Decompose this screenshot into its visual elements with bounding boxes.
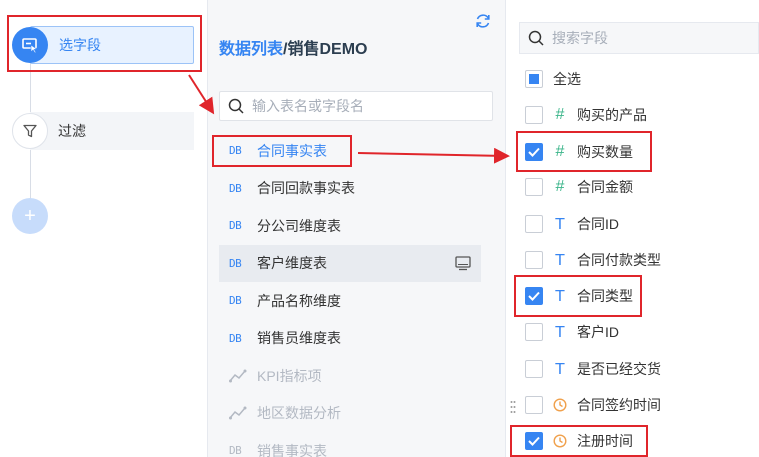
drag-handle-icon[interactable]	[510, 400, 516, 414]
step-filter[interactable]: 过滤	[12, 112, 194, 150]
table-item[interactable]: DB 合同回款事实表	[219, 170, 481, 208]
checkbox-checked[interactable]	[525, 432, 543, 450]
field-row[interactable]: T 客户ID	[525, 320, 619, 344]
page-title: 数据列表/销售DEMO	[219, 35, 367, 59]
table-item[interactable]: DB 客户维度表	[219, 244, 481, 282]
table-item-label: 地区数据分析	[257, 405, 341, 422]
table-item-label: 销售员维度表	[257, 330, 341, 347]
filter-icon	[12, 113, 48, 149]
table-search-input[interactable]: 输入表名或字段名	[219, 91, 493, 121]
field-row[interactable]: T 合同类型	[525, 284, 633, 308]
clock-icon	[553, 398, 567, 412]
field-search-placeholder: 搜索字段	[552, 30, 608, 46]
database-icon: DB	[229, 144, 242, 158]
table-item[interactable]: 地区数据分析	[219, 395, 481, 433]
checkbox[interactable]	[525, 178, 543, 196]
table-item-label: 客户维度表	[257, 255, 327, 272]
number-field-icon: #	[555, 178, 565, 195]
text-field-icon: T	[555, 251, 565, 269]
field-label: 合同ID	[577, 216, 619, 232]
search-icon	[228, 98, 244, 114]
clock-icon	[553, 434, 567, 448]
step-select-fields-label: 选字段	[30, 26, 194, 64]
title-data-list[interactable]: 数据列表	[219, 41, 283, 58]
check-icon	[528, 291, 540, 301]
checkbox-partial[interactable]	[525, 70, 543, 88]
database-icon: DB	[229, 331, 242, 345]
text-field-icon: T	[555, 360, 565, 378]
checkbox[interactable]	[525, 323, 543, 341]
table-item[interactable]: DB 合同事实表	[219, 132, 481, 170]
field-row[interactable]: T 合同ID	[525, 212, 619, 236]
search-icon	[528, 30, 544, 46]
title-package: /销售DEMO	[283, 41, 368, 58]
table-item[interactable]: DB 销售员维度表	[219, 320, 481, 358]
steps-panel: 选字段 过滤 +	[0, 0, 208, 457]
field-label: 是否已经交货	[577, 361, 661, 377]
checkbox[interactable]	[525, 360, 543, 378]
database-icon: DB	[229, 294, 242, 308]
check-icon	[528, 147, 540, 157]
table-item-label: KPI指标项	[257, 367, 322, 384]
field-row[interactable]: # 购买的产品	[525, 103, 647, 127]
checkbox[interactable]	[525, 215, 543, 233]
add-step-button[interactable]: +	[12, 198, 48, 234]
field-row[interactable]: # 购买数量	[525, 140, 633, 164]
checkbox[interactable]	[525, 396, 543, 414]
monitor-icon[interactable]	[455, 255, 471, 271]
table-item-label: 合同事实表	[257, 142, 327, 159]
check-icon	[528, 436, 540, 446]
field-label: 合同类型	[577, 288, 633, 304]
checkbox[interactable]	[525, 251, 543, 269]
field-label: 注册时间	[577, 433, 633, 449]
field-row[interactable]: T 合同付款类型	[525, 248, 661, 272]
field-label: 合同金额	[577, 179, 633, 195]
table-item-label: 合同回款事实表	[257, 180, 355, 197]
plus-icon: +	[12, 198, 48, 234]
field-label: 购买的产品	[577, 107, 647, 123]
table-item-label: 产品名称维度	[257, 292, 341, 309]
field-label: 购买数量	[577, 144, 633, 160]
checkbox[interactable]	[525, 106, 543, 124]
field-label: 合同签约时间	[577, 397, 661, 413]
table-item[interactable]: DB 销售事实表	[219, 432, 481, 457]
field-row[interactable]: # 合同金额	[525, 175, 633, 199]
database-icon: DB	[229, 219, 242, 233]
table-item[interactable]: KPI指标项	[219, 357, 481, 395]
table-search-placeholder: 输入表名或字段名	[252, 98, 364, 114]
field-row[interactable]: 注册时间	[525, 429, 633, 453]
text-field-icon: T	[555, 215, 565, 233]
table-item-label: 销售事实表	[257, 442, 327, 457]
database-icon: DB	[229, 256, 242, 270]
select-fields-icon	[12, 27, 48, 63]
table-item[interactable]: DB 分公司维度表	[219, 207, 481, 245]
table-list-panel: 数据列表/销售DEMO 输入表名或字段名 DB 合同事实表 DB 合同回款事实表 D…	[208, 0, 506, 457]
field-row[interactable]: 合同签约时间	[525, 393, 661, 417]
table-list: DB 合同事实表 DB 合同回款事实表 DB 分公司维度表 DB 客户维度表 DB 产品名…	[219, 132, 481, 457]
field-search-input[interactable]: 搜索字段	[519, 22, 759, 54]
text-field-icon: T	[555, 323, 565, 341]
text-field-icon: T	[555, 287, 565, 305]
number-field-icon: #	[555, 106, 565, 123]
checkbox-checked[interactable]	[525, 287, 543, 305]
database-icon: DB	[229, 181, 242, 195]
table-item[interactable]: DB 产品名称维度	[219, 282, 481, 320]
trend-icon	[229, 369, 247, 383]
step-filter-label: 过滤	[30, 112, 194, 150]
refresh-icon[interactable]	[474, 12, 492, 30]
table-item-label: 分公司维度表	[257, 217, 341, 234]
number-field-icon: #	[555, 143, 565, 160]
field-list-panel: 搜索字段 全选 # 购买的产品 # 购买数量 # 合同金额 T 合同ID T 合…	[506, 0, 759, 457]
trend-icon	[229, 406, 247, 420]
field-row[interactable]: T 是否已经交货	[525, 357, 661, 381]
select-all-label: 全选	[553, 71, 581, 87]
field-label: 客户ID	[577, 324, 619, 340]
step-select-fields[interactable]: 选字段	[12, 26, 194, 64]
checkbox-checked[interactable]	[525, 143, 543, 161]
field-label: 合同付款类型	[577, 252, 661, 268]
select-all-checkbox[interactable]: 全选	[525, 67, 581, 91]
database-icon: DB	[229, 444, 242, 457]
